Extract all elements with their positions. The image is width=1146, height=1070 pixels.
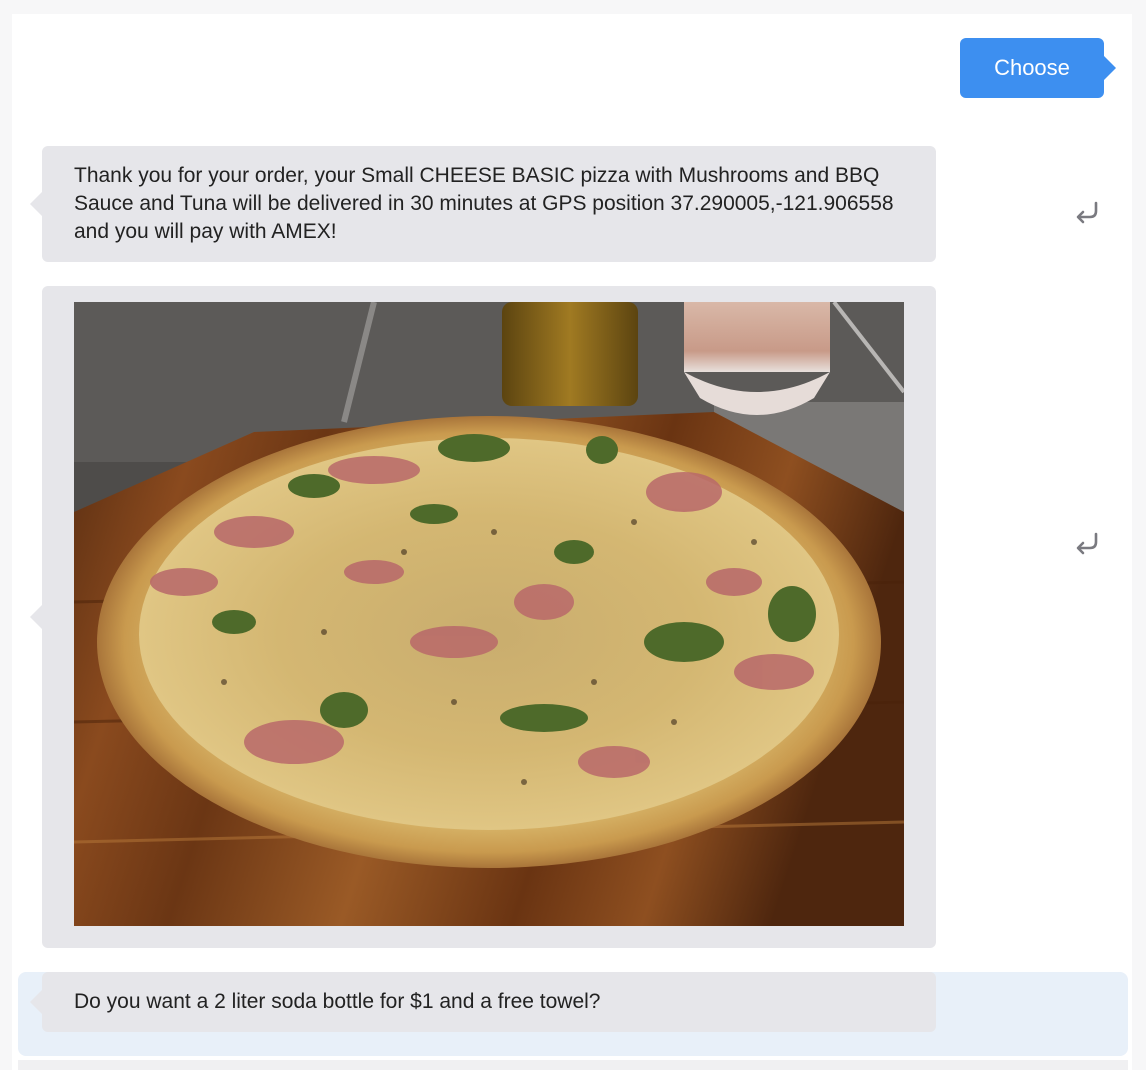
bot-message-upsell[interactable]: Do you want a 2 liter soda bottle for $1… — [30, 972, 936, 1032]
pizza-photo — [74, 302, 904, 926]
bot-message-order-confirmation: Thank you for your order, your Small CHE… — [30, 146, 936, 262]
bot-message-text: Do you want a 2 liter soda bottle for $1… — [74, 990, 601, 1013]
user-message-row: Choose — [960, 38, 1116, 98]
bot-message-image — [30, 286, 936, 948]
reply-icon[interactable] — [1070, 525, 1104, 559]
bot-message-text: Thank you for your order, your Small CHE… — [74, 164, 894, 243]
choose-button[interactable]: Choose — [960, 38, 1116, 98]
input-area-edge — [18, 1060, 1128, 1070]
reply-icon[interactable] — [1070, 194, 1104, 228]
